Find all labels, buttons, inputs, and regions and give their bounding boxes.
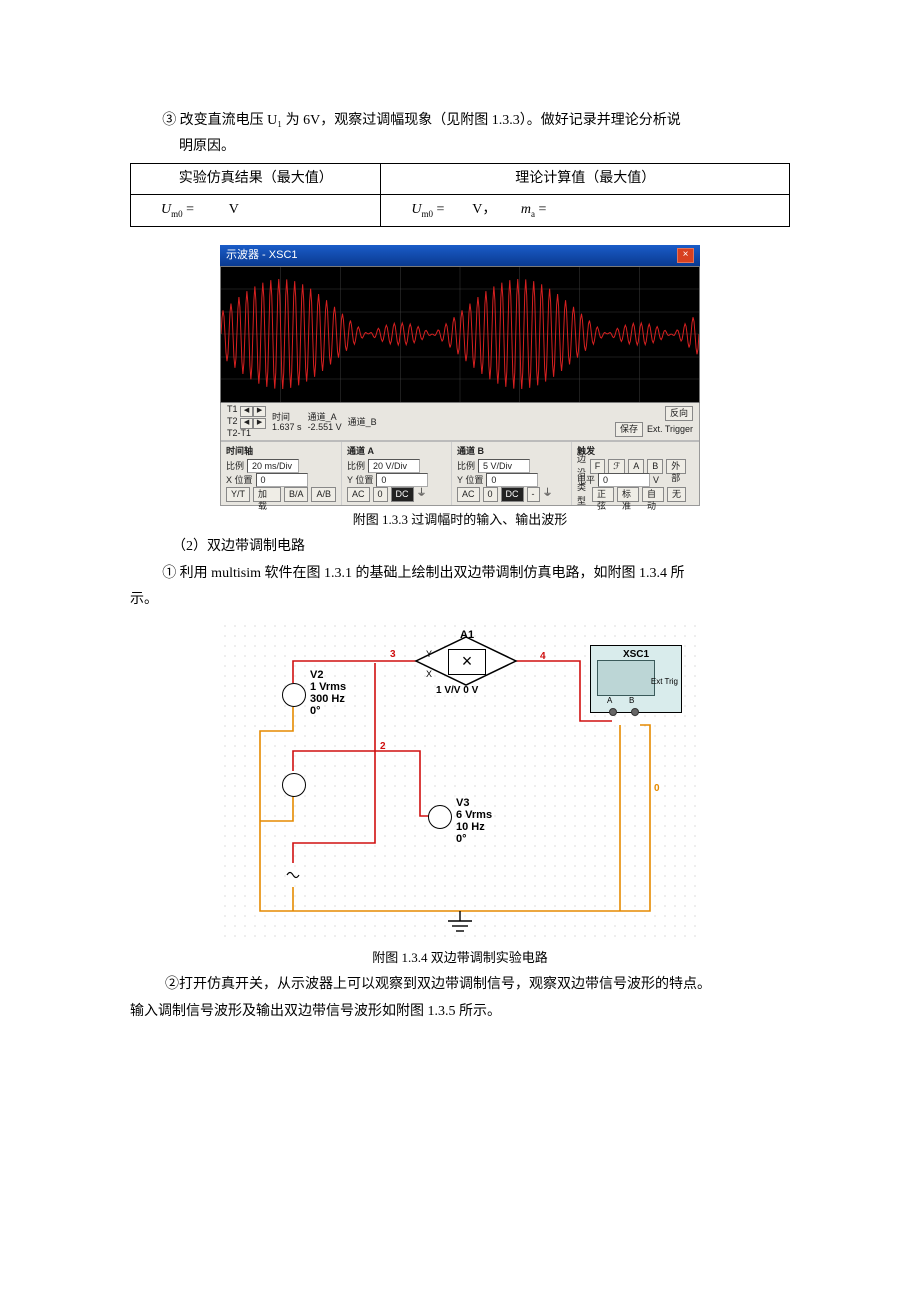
th-sim: 实验仿真结果（最大值） <box>131 163 381 194</box>
reverse-button[interactable]: 反向 <box>665 406 693 421</box>
t1-left-icon[interactable]: ◀ <box>240 406 253 417</box>
scope-title-text: 示波器 - XSC1 <box>226 247 298 265</box>
document-page: ③ 改变直流电压 U₁ 为 6V，观察过调幅现象（见附图 1.3.3）。做好记录… <box>0 0 920 1302</box>
cha-ac-button[interactable]: AC <box>347 487 370 502</box>
ab-button[interactable]: A/B <box>311 487 336 502</box>
time-header: 时间 <box>272 412 302 422</box>
save-button[interactable]: 保存 <box>615 422 643 437</box>
v3-text: V3 6 Vrms 10 Hz 0° <box>456 797 492 845</box>
chb-ground-icon: ⏚ <box>543 486 553 502</box>
chb-scale-input[interactable]: 5 V/Div <box>478 459 530 473</box>
oscilloscope-controls: T1 ◀▶ T2 ◀▶ T2-T1 时间 1.637 s 通道_A -2.551… <box>220 403 700 505</box>
type-auto-button[interactable]: 自动 <box>642 487 664 502</box>
add-button[interactable]: 加载 <box>253 487 281 502</box>
cha-dc-button[interactable]: DC <box>391 487 414 502</box>
wire2-label: 2 <box>380 739 386 755</box>
timebase-panel: 时间轴 比例 20 ms/Div X 位置 0 Y/T 加载 B/A A/B <box>221 442 341 504</box>
item2-line1: ②打开仿真开关，从示波器上可以观察到双边带调制信号，观察双边带信号波形的特点。 <box>130 974 790 996</box>
caption-133: 附图 1.3.3 过调幅时的输入、输出波形 <box>130 510 790 531</box>
cursor-t1-label: T1 <box>227 404 238 414</box>
trig-ext-button[interactable]: 外部 <box>666 459 686 474</box>
oscilloscope-window: 示波器 - XSC1 × T1 ◀▶ <box>220 245 700 506</box>
cha-ground-icon: ⏚ <box>417 486 427 502</box>
sim-cell: Um0 = V <box>131 195 381 226</box>
multiplier-icon: × <box>448 649 486 675</box>
ext-trig-label: Ext Trig <box>651 676 678 689</box>
mult-sub: 1 V/V 0 V <box>436 683 478 699</box>
result-table: 实验仿真结果（最大值） 理论计算值（最大值） Um0 = V Um0 = V， … <box>130 163 790 227</box>
chb-0-button[interactable]: 0 <box>483 487 498 502</box>
chb-panel-header: 通道 B <box>457 444 566 458</box>
ba-button[interactable]: B/A <box>284 487 309 502</box>
wire3-label: 3 <box>390 647 396 663</box>
theory-cell: Um0 = V， ma = <box>381 195 790 226</box>
type-norm-button[interactable]: 标准 <box>617 487 639 502</box>
wire0-label: 0 <box>654 781 660 797</box>
trig-a-button[interactable]: A <box>628 459 644 474</box>
cha-value: -2.551 V <box>308 422 342 432</box>
channel-a-panel: 通道 A 比例 20 V/Div Y 位置 0 AC 0 DC ⏚ <box>341 442 451 504</box>
chb-header: 通道_B <box>348 417 377 427</box>
xsc1-screen-icon <box>597 660 655 696</box>
edge-fall-button[interactable]: ℱ <box>608 459 625 474</box>
oscilloscope-titlebar: 示波器 - XSC1 × <box>220 245 700 267</box>
cha-panel-header: 通道 A <box>347 444 446 458</box>
cursor-t2-label: T2 <box>227 416 238 426</box>
xsc1-component[interactable]: XSC1 Ext Trig A B <box>590 645 682 713</box>
a1-label: A1 <box>460 627 474 645</box>
port-b-icon <box>631 708 639 716</box>
cha-0-button[interactable]: 0 <box>373 487 388 502</box>
trig-header: 触发 <box>577 444 686 458</box>
chb-dc-button[interactable]: DC <box>501 487 524 502</box>
yt-button[interactable]: Y/T <box>226 487 250 502</box>
cha-ypos-input[interactable]: 0 <box>376 473 428 487</box>
th-theory: 理论计算值（最大值） <box>381 163 790 194</box>
v2b-source-icon <box>282 773 306 797</box>
section2-heading: （2）双边带调制电路 <box>130 536 790 558</box>
cha-header: 通道_A <box>308 412 342 422</box>
t2-right-icon[interactable]: ▶ <box>253 418 266 429</box>
item3-line2: 明原因。 <box>130 136 790 158</box>
cursor-diff-label: T2-T1 <box>227 429 266 438</box>
xpos-input[interactable]: 0 <box>256 473 308 487</box>
level-input[interactable]: 0 <box>598 473 650 487</box>
item2-line2: 输入调制信号波形及输出双边带信号波形如附图 1.3.5 所示。 <box>130 1001 790 1023</box>
item1-line2: 示。 <box>130 589 790 611</box>
close-icon[interactable]: × <box>677 248 694 263</box>
v3-source-icon <box>428 805 452 829</box>
cha-scale-input[interactable]: 20 V/Div <box>368 459 420 473</box>
caption-134: 附图 1.3.4 双边带调制实验电路 <box>130 948 790 969</box>
timebase-scale-input[interactable]: 20 ms/Div <box>247 459 299 473</box>
channel-b-panel: 通道 B 比例 5 V/Div Y 位置 0 AC 0 DC - ⏚ <box>451 442 571 504</box>
trigger-panel: 触发 边沿 F ℱ A B 外部 电平 0 V 类型 正弦 标准 自动 无 <box>571 442 691 504</box>
circuit-diagram: × A1 1 V/V 0 V Y X XSC1 Ext Trig A B V2 … <box>219 620 701 942</box>
type-sine-button[interactable]: 正弦 <box>592 487 614 502</box>
trig-b-button[interactable]: B <box>647 459 663 474</box>
wire4-label: 4 <box>540 649 546 665</box>
chb-ypos-input[interactable]: 0 <box>486 473 538 487</box>
t1-right-icon[interactable]: ▶ <box>253 406 266 417</box>
timebase-header: 时间轴 <box>226 444 336 458</box>
ext-trigger-label: Ext. Trigger <box>647 422 693 436</box>
chb-minus-button[interactable]: - <box>527 487 540 502</box>
v2-text: V2 1 Vrms 300 Hz 0° <box>310 669 346 717</box>
edge-rise-button[interactable]: F <box>590 459 606 474</box>
v2-source-icon <box>282 683 306 707</box>
port-a-icon <box>609 708 617 716</box>
time-value: 1.637 s <box>272 422 302 432</box>
item1-line1: ① 利用 multisim 软件在图 1.3.1 的基础上绘制出双边带调制仿真电… <box>130 563 790 585</box>
oscilloscope-screen <box>220 266 700 403</box>
chb-ac-button[interactable]: AC <box>457 487 480 502</box>
type-none-button[interactable]: 无 <box>667 487 686 502</box>
item3-line1: ③ 改变直流电压 U₁ 为 6V，观察过调幅现象（见附图 1.3.3）。做好记录… <box>130 110 790 132</box>
